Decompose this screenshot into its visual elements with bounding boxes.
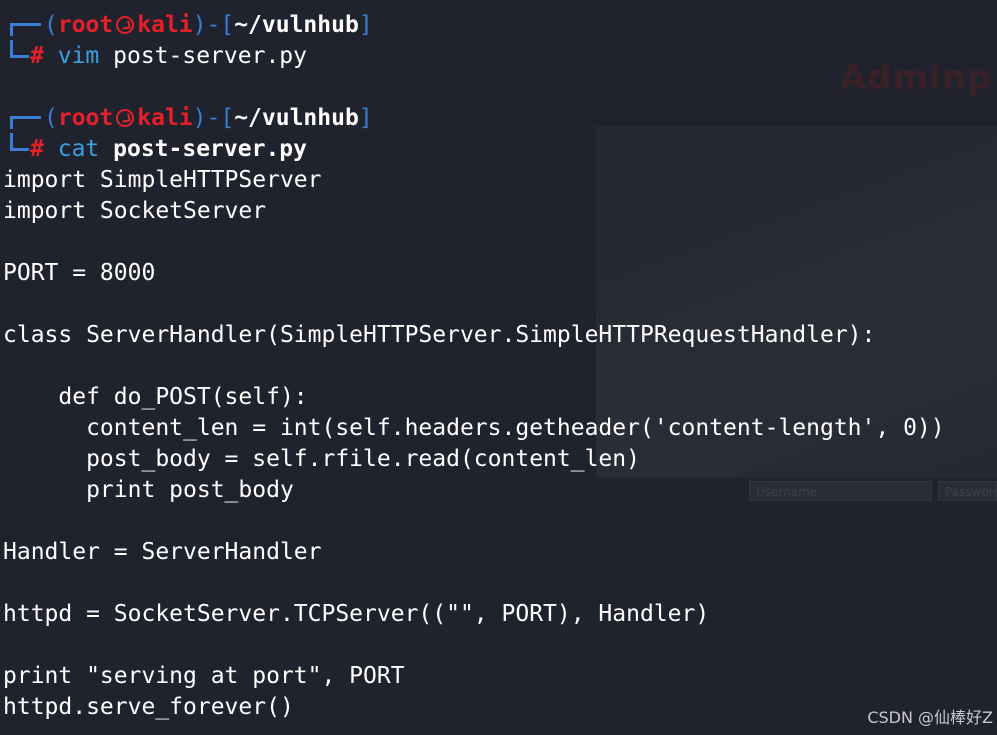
background-logo-text: Adminp: [840, 58, 993, 98]
csdn-watermark: CSDN @仙棒好Z: [867, 708, 993, 727]
prompt-header-2: (root kali)-[~/vulnhub]: [44, 105, 373, 131]
prompt-command-line-1: # vim post-server.py: [30, 41, 307, 72]
output-line: post_body = self.rfile.read(content_len): [3, 446, 640, 472]
prompt-path: ~/vulnhub: [234, 12, 359, 38]
prompt-bracket-top: [10, 23, 41, 36]
prompt-user: root: [57, 12, 114, 38]
prompt-bracket-bottom: [10, 40, 29, 58]
command-argument: post-server.py: [113, 43, 307, 69]
output-line: httpd = SocketServer.TCPServer(("", PORT…: [3, 601, 710, 627]
output-line: content_len = int(self.headers.getheader…: [3, 415, 945, 441]
output-line: class ServerHandler(SimpleHTTPServer.Sim…: [3, 322, 876, 348]
kali-skull-icon: [116, 109, 135, 127]
prompt-host: kali: [137, 12, 193, 38]
prompt-symbol: #: [30, 136, 44, 162]
terminal-window[interactable]: Adminp Username Password (root kali)-[~/v…: [0, 0, 997, 735]
output-line: print post_body: [3, 477, 294, 503]
prompt-header-1: (root kali)-[~/vulnhub]: [44, 12, 373, 38]
prompt-command-line-2: # cat post-server.py: [30, 134, 307, 165]
command-name: cat: [57, 136, 100, 162]
command-name: vim: [57, 43, 100, 69]
prompt-symbol: #: [30, 43, 44, 69]
output-line: import SimpleHTTPServer: [3, 167, 322, 193]
prompt-path: ~/vulnhub: [234, 105, 359, 131]
prompt-user: root: [57, 105, 114, 131]
output-line: Handler = ServerHandler: [3, 539, 322, 565]
output-line: print "serving at port", PORT: [3, 663, 405, 689]
output-line: httpd.serve_forever(): [3, 694, 294, 720]
prompt-bracket-top: [10, 116, 41, 129]
background-password-field: Password: [938, 481, 997, 501]
output-line: import SocketServer: [3, 198, 267, 224]
prompt-bracket-bottom: [10, 133, 29, 151]
output-line: PORT = 8000: [3, 260, 156, 286]
command-argument: post-server.py: [113, 136, 307, 162]
background-username-field: Username: [749, 481, 932, 501]
prompt-host: kali: [137, 105, 193, 131]
kali-skull-icon: [116, 16, 135, 34]
output-line: def do_POST(self):: [3, 384, 308, 410]
